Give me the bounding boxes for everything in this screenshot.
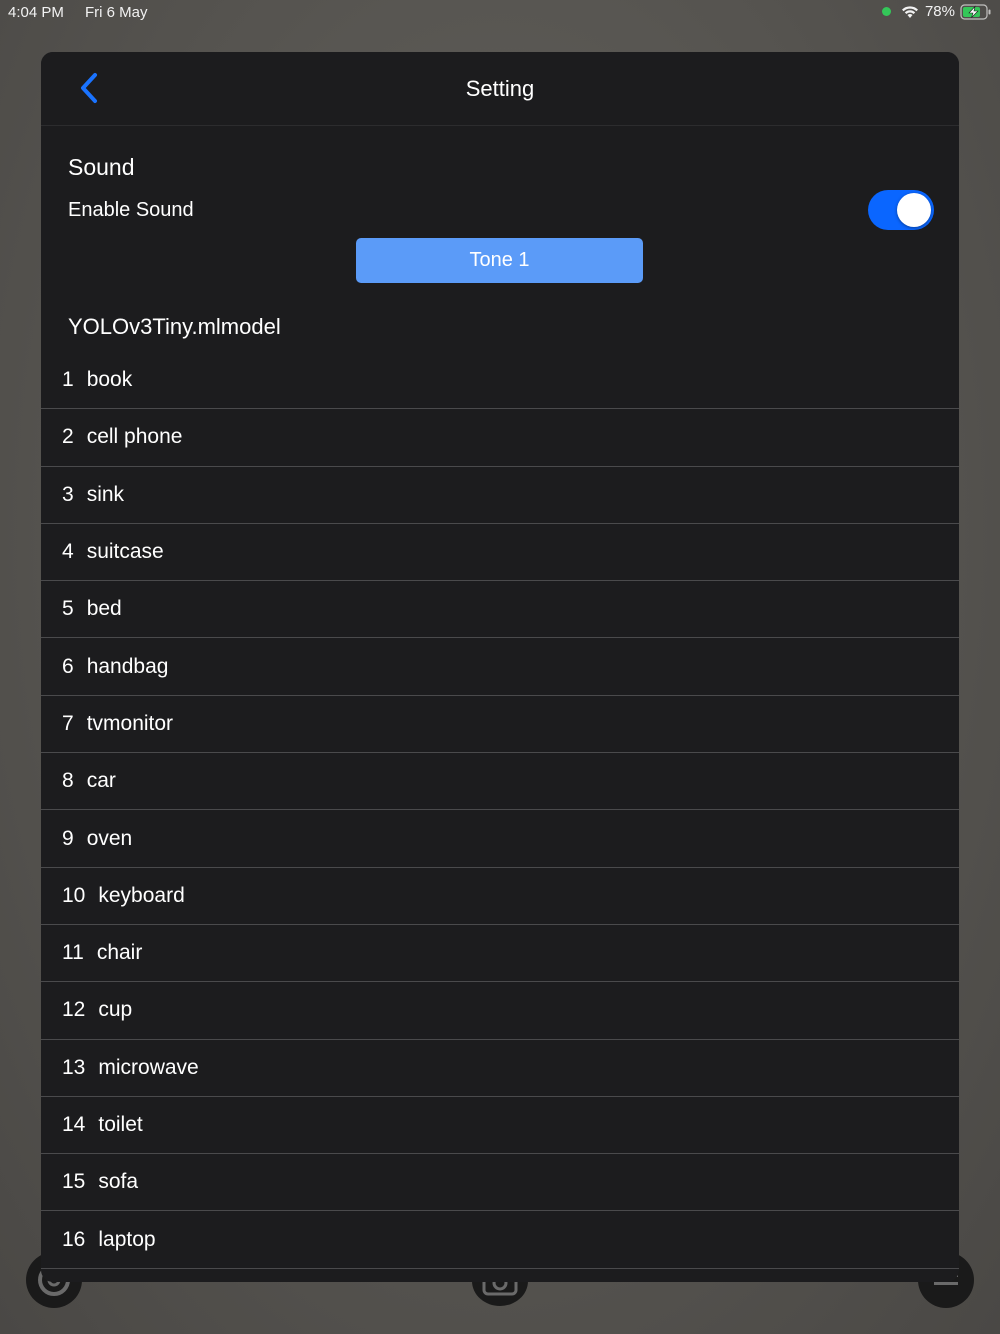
list-item-label: oven <box>86 826 133 850</box>
list-item-number: 1 <box>62 368 74 392</box>
list-item-number: 14 <box>62 1113 86 1136</box>
list-item[interactable]: 15 sofa <box>41 1154 959 1212</box>
model-title: YOLOv3Tiny.mlmodel <box>68 314 281 339</box>
wifi-icon <box>901 5 918 18</box>
list-item-number: 5 <box>62 597 74 621</box>
list-item-label: toilet <box>98 1113 143 1136</box>
battery-charging-icon <box>960 3 991 20</box>
list-item-number: 8 <box>62 769 74 793</box>
list-item-label: handbag <box>86 654 169 678</box>
tone-button[interactable]: Tone 1 <box>356 238 643 283</box>
list-item-label: sofa <box>98 1170 139 1194</box>
list-item-number: 10 <box>62 883 86 907</box>
list-item-number: 15 <box>62 1170 86 1194</box>
list-item[interactable]: 14 toilet <box>41 1096 959 1155</box>
list-item-label: car <box>86 769 116 793</box>
list-item[interactable]: 1 book <box>41 352 959 410</box>
list-item-label: cup <box>98 998 133 1022</box>
list-item-number: 11 <box>62 941 84 965</box>
list-item-label: book <box>86 368 133 392</box>
list-item-number: 13 <box>62 1055 86 1079</box>
list-item-number: 7 <box>62 711 74 735</box>
list-item[interactable]: 10 keyboard <box>41 867 959 925</box>
list-item[interactable]: 6 handbag <box>41 638 959 696</box>
list-item[interactable]: 3 sink <box>41 466 959 524</box>
list-item-number: 4 <box>62 540 74 564</box>
class-list: 1 book 2 cell phone 3 sink 4 suitcase 5 bed 6 handb… <box>41 352 959 1269</box>
list-item[interactable]: 4 suitcase <box>41 523 959 582</box>
sound-section-title: Sound <box>68 154 135 180</box>
list-item-number: 3 <box>62 482 74 506</box>
camera-in-use-icon <box>881 7 891 16</box>
list-item-label: keyboard <box>98 883 185 907</box>
list-item[interactable]: 9 oven <box>41 810 959 868</box>
list-item[interactable]: 7 tvmonitor <box>41 695 959 754</box>
list-item-number: 12 <box>62 998 86 1022</box>
enable-sound-toggle[interactable] <box>868 190 934 230</box>
list-item[interactable]: 12 cup <box>41 982 959 1040</box>
list-item-label: laptop <box>98 1227 156 1251</box>
status-date: Fri 6 May <box>85 4 148 21</box>
list-item[interactable]: 16 laptop <box>41 1211 959 1269</box>
list-item-label: microwave <box>98 1055 199 1079</box>
list-item-number: 6 <box>62 654 74 678</box>
toggle-knob <box>897 193 931 227</box>
list-item-number: 2 <box>62 425 74 449</box>
list-item[interactable]: 2 cell phone <box>41 409 959 467</box>
list-item-label: cell phone <box>86 425 183 449</box>
list-item-label: suitcase <box>86 540 164 564</box>
nav-bar: Setting <box>41 52 959 126</box>
list-item-label: chair <box>96 941 143 965</box>
list-item[interactable]: 5 bed <box>41 581 959 639</box>
list-item-number: 9 <box>62 826 74 850</box>
list-item[interactable]: 13 microwave <box>41 1039 959 1097</box>
enable-sound-label: Enable Sound <box>68 199 194 221</box>
status-time: 4:04 PM <box>8 4 64 21</box>
page-title: Setting <box>465 76 535 101</box>
list-item-label: bed <box>86 597 122 621</box>
list-item-number: 16 <box>62 1227 86 1251</box>
status-bar: 4:04 PM Fri 6 May 78% <box>0 0 1000 26</box>
list-item[interactable]: 8 car <box>41 753 959 811</box>
status-right: 78% <box>881 3 992 20</box>
list-item-label: tvmonitor <box>86 711 174 735</box>
battery-percent: 78% <box>924 3 955 20</box>
list-item[interactable]: 11 chair <box>41 924 959 983</box>
list-item-label: sink <box>86 482 125 506</box>
